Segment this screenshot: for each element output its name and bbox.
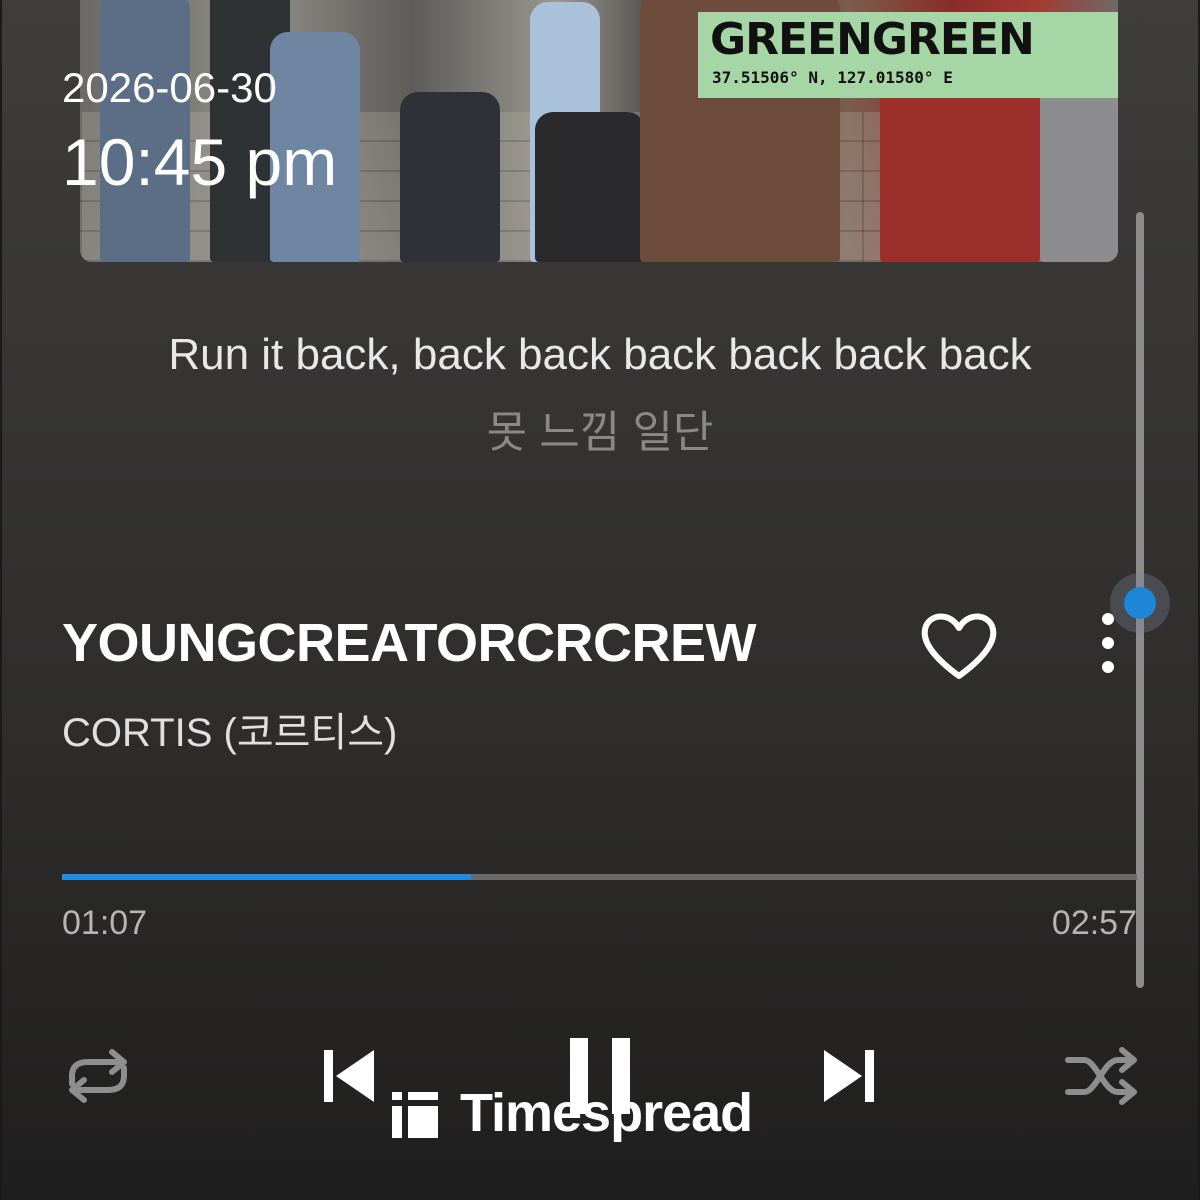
next-lyric-line[interactable]: 못 느낌 일단 <box>0 396 1200 460</box>
status-date: 2026-06-30 <box>62 64 277 111</box>
repeat-button[interactable] <box>58 1046 138 1106</box>
next-icon <box>824 1050 874 1102</box>
shuffle-icon <box>1065 1047 1137 1105</box>
left-frame-edge <box>0 0 2 1200</box>
track-artist[interactable]: CORTIS (코르티스) <box>62 700 397 758</box>
repeat-icon <box>69 1049 127 1103</box>
track-title: YOUNGCREATORCRCREW <box>62 613 757 673</box>
like-button[interactable] <box>918 610 1000 682</box>
watermark-text: Timespread <box>460 1083 753 1143</box>
total-time: 02:57 <box>1051 904 1137 942</box>
shuffle-button[interactable] <box>1064 1046 1140 1106</box>
next-button[interactable] <box>820 1046 878 1106</box>
progress-fill <box>62 874 471 880</box>
heart-icon <box>921 613 997 679</box>
album-art-figure <box>400 92 500 262</box>
scroll-thumb[interactable] <box>1124 587 1156 619</box>
current-lyric-line[interactable]: Run it back, back back back back back ba… <box>0 330 1200 380</box>
status-time: 10:45 pm <box>62 125 338 199</box>
album-badge: GREENGREEN 37.51506° N, 127.01580° E <box>698 12 1118 98</box>
elapsed-time: 01:07 <box>62 904 148 942</box>
watermark: Timespread <box>390 1082 820 1146</box>
progress-bar[interactable] <box>62 874 1137 880</box>
previous-icon <box>324 1050 374 1102</box>
timespread-logo-icon <box>392 1092 438 1138</box>
album-art-figure <box>535 112 645 262</box>
album-art-figure <box>880 72 1040 262</box>
album-badge-coords: 37.51506° N, 127.01580° E <box>712 68 953 87</box>
album-badge-title: GREENGREEN <box>710 14 1035 65</box>
previous-button[interactable] <box>320 1046 378 1106</box>
